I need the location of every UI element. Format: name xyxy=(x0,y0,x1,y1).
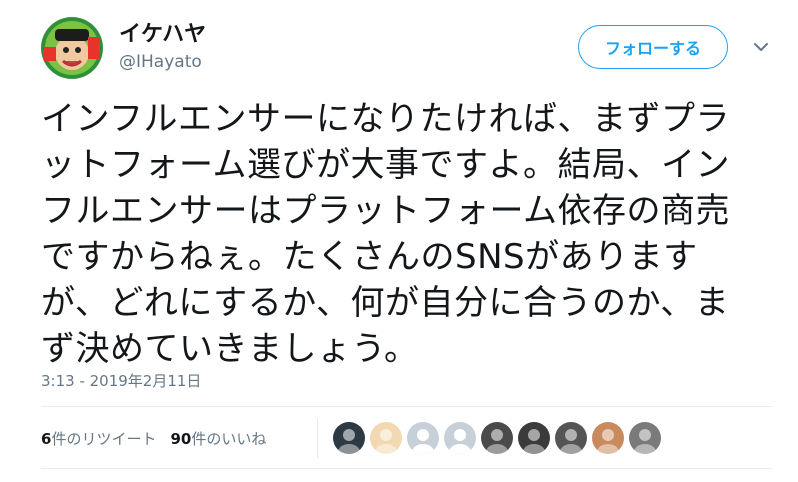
tweet-timestamp[interactable]: 3:13 - 2019年2月11日 xyxy=(41,370,201,391)
person-photo-avatar[interactable] xyxy=(629,422,661,454)
likes-count: 90 xyxy=(170,430,192,448)
retweets-stat[interactable]: 6件のリツイート xyxy=(41,428,156,449)
chevron-down-icon[interactable] xyxy=(752,38,770,56)
dark-photo-avatar[interactable] xyxy=(333,422,365,454)
profile-avatar[interactable] xyxy=(41,17,103,79)
divider xyxy=(41,468,772,469)
person-photo-avatar[interactable] xyxy=(481,422,513,454)
stats-divider xyxy=(317,418,318,458)
likes-label: 件のいいね xyxy=(191,430,267,448)
likes-stat[interactable]: 90件のいいね xyxy=(170,428,266,449)
woman-photo-avatar[interactable] xyxy=(592,422,624,454)
retweets-label: 件のリツイート xyxy=(51,430,157,448)
user-handle[interactable]: @IHayato xyxy=(119,52,202,72)
tweet-text: インフルエンサーになりたければ、まずプラ ットフォーム選びが大事ですよ。結局、イ… xyxy=(41,99,730,369)
default-avatar[interactable] xyxy=(444,422,476,454)
user-display-name[interactable]: イケハヤ xyxy=(119,16,206,48)
retweets-count: 6 xyxy=(41,430,52,448)
glasses-cartoon-avatar[interactable] xyxy=(370,422,402,454)
default-avatar[interactable] xyxy=(407,422,439,454)
dark-photo-avatar[interactable] xyxy=(518,422,550,454)
follow-button[interactable]: フォローする xyxy=(578,25,728,69)
likers-list xyxy=(333,422,661,454)
bw-photo-avatar[interactable] xyxy=(555,422,587,454)
divider xyxy=(41,406,772,407)
engagement-stats: 6件のリツイート 90件のいいね xyxy=(41,428,266,449)
